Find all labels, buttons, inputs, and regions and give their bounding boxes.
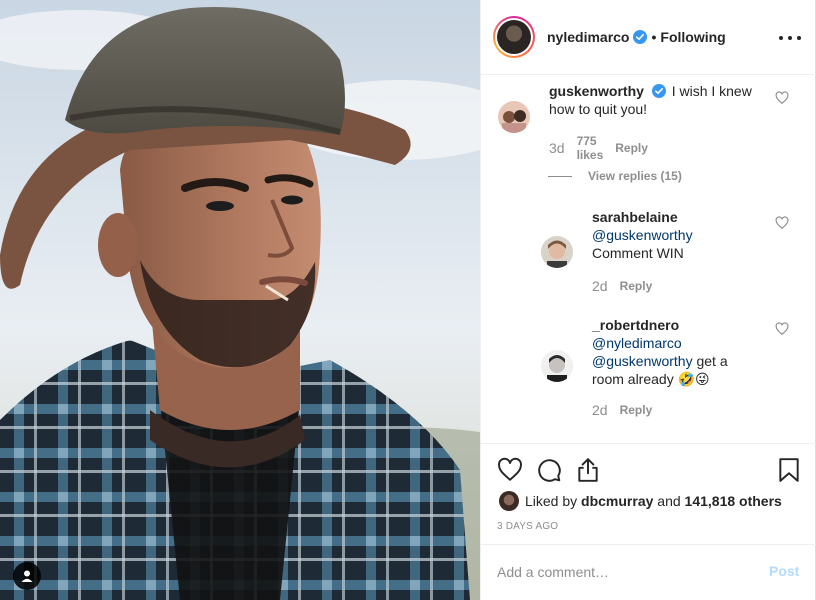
reply-body: _robertdnero @nyledimarco @guskenworthy …	[592, 316, 792, 388]
reply-button[interactable]: Reply	[620, 279, 653, 293]
heart-icon[interactable]	[497, 457, 523, 483]
heart-icon[interactable]	[775, 91, 789, 105]
reply-username[interactable]: sarahbelaine	[592, 209, 678, 225]
divider	[548, 175, 572, 177]
following-button[interactable]: Following	[660, 29, 725, 45]
emoji-wink-tongue: 😜	[695, 371, 710, 387]
commenter-avatar[interactable]	[498, 101, 530, 133]
heart-icon[interactable]	[775, 322, 789, 336]
post-photo[interactable]	[0, 0, 480, 600]
post-timestamp[interactable]: 3 DAYS AGO	[497, 521, 558, 532]
emoji-rofl: 🤣	[677, 371, 696, 387]
liked-by-and: and	[657, 493, 681, 509]
post-header: nyledimarco • Following	[481, 0, 816, 75]
mention-link[interactable]: @nyledimarco	[592, 335, 682, 351]
reply-username[interactable]: _robertdnero	[592, 317, 679, 333]
comment-body: guskenworthy I wish I knew how to quit y…	[549, 82, 779, 118]
author-row: nyledimarco • Following	[547, 29, 726, 45]
view-replies-button[interactable]: View replies (15)	[548, 169, 682, 183]
post-comment-button[interactable]: Post	[769, 563, 799, 579]
reply-body: sarahbelaine @guskenworthy Comment WIN	[592, 208, 792, 262]
divider	[481, 443, 816, 444]
user-tag-button[interactable]	[13, 562, 41, 590]
comment-likes[interactable]: 775 likes	[577, 134, 604, 162]
view-replies-label: View replies (15)	[588, 169, 682, 183]
author-avatar[interactable]	[493, 16, 535, 58]
more-options-icon[interactable]	[779, 30, 801, 46]
liked-by-row: Liked by dbcmurray and 141,818 others	[499, 491, 782, 511]
user-icon	[21, 570, 33, 582]
liked-by-prefix: Liked by	[525, 493, 578, 509]
bookmark-icon[interactable]	[776, 457, 802, 483]
author-username[interactable]: nyledimarco	[547, 29, 629, 45]
verified-badge-icon	[633, 30, 648, 44]
separator-dot: •	[651, 29, 657, 45]
comment-meta: 3d 775 likes Reply	[549, 134, 648, 162]
share-icon[interactable]	[575, 457, 601, 483]
comment-username[interactable]: guskenworthy	[549, 83, 644, 99]
post-image	[0, 0, 480, 600]
reply-text-line2: room already	[592, 371, 674, 387]
liked-by-others[interactable]: 141,818 others	[685, 493, 782, 509]
reply-meta: 2d Reply	[592, 402, 652, 418]
mention-link[interactable]: @guskenworthy	[592, 227, 693, 243]
heart-icon[interactable]	[775, 216, 789, 230]
add-comment-input[interactable]	[497, 561, 757, 583]
reply-button[interactable]: Reply	[620, 403, 653, 417]
divider	[481, 544, 816, 545]
reply-text: Comment WIN	[592, 245, 684, 261]
liker-avatar[interactable]	[499, 491, 519, 511]
liker-username[interactable]: dbcmurray	[581, 493, 653, 509]
reply-time[interactable]: 2d	[592, 278, 608, 294]
reply-meta: 2d Reply	[592, 278, 652, 294]
reply-text: get a	[696, 353, 728, 369]
verified-badge-icon	[651, 84, 666, 98]
post-side-panel: nyledimarco • Following guskenworthy I w…	[480, 0, 816, 600]
comment-time[interactable]: 3d	[549, 140, 565, 156]
commenter-avatar[interactable]	[541, 236, 573, 268]
comment-icon[interactable]	[536, 457, 562, 483]
mention-link[interactable]: @guskenworthy	[592, 353, 693, 369]
reply-button[interactable]: Reply	[615, 141, 648, 155]
commenter-avatar[interactable]	[541, 350, 573, 382]
reply-time[interactable]: 2d	[592, 402, 608, 418]
